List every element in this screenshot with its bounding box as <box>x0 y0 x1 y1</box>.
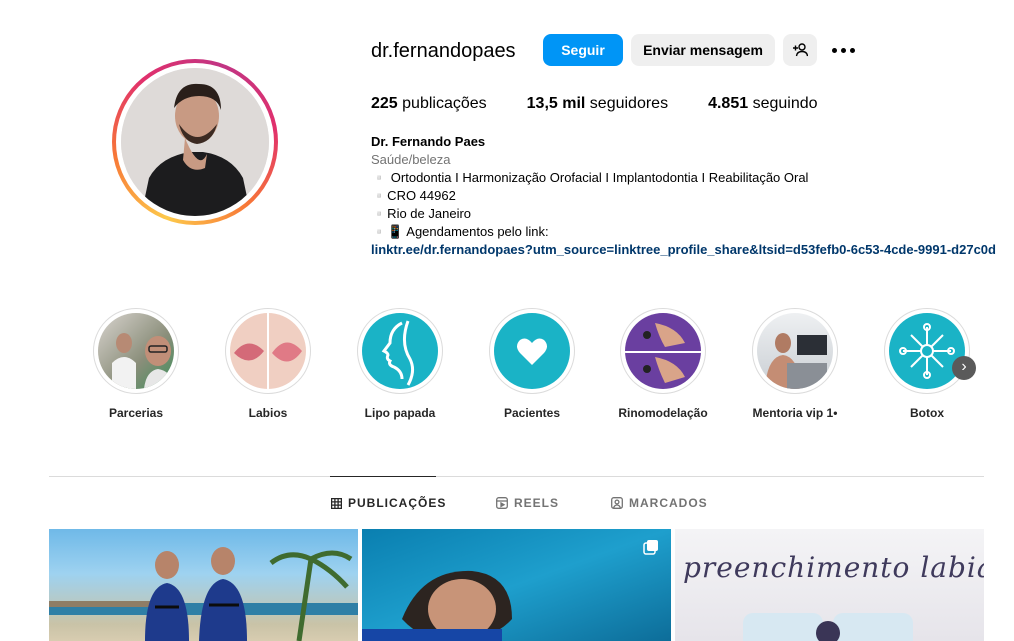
highlight-cover <box>362 313 438 389</box>
add-user-icon <box>793 43 808 57</box>
highlight-label: Labios <box>248 406 288 420</box>
highlight-label: Pacientes <box>503 406 561 420</box>
highlight-label: Mentoria vip 1• <box>752 406 838 420</box>
avatar-border <box>116 63 274 221</box>
follow-button[interactable]: Seguir <box>543 34 623 66</box>
highlight-pacientes[interactable]: Pacientes <box>487 308 577 420</box>
carousel-icon <box>643 540 658 555</box>
profile-avatar[interactable] <box>112 59 278 225</box>
bio-line: ▫️ Ortodontia I Harmonização Orofacial I… <box>371 170 809 185</box>
post-thumbnail[interactable] <box>49 529 358 641</box>
highlight-cover <box>757 313 833 389</box>
highlight-mentoria-vip[interactable]: Mentoria vip 1• <box>750 308 840 420</box>
highlight-cover <box>98 313 174 389</box>
followers-stat[interactable]: 13,5 mil seguidores <box>527 95 668 113</box>
highlight-ring <box>357 308 443 394</box>
tabs-divider <box>49 476 984 477</box>
profile-bio: Dr. Fernando Paes Saúde/beleza ▫️ Ortodo… <box>371 133 1014 259</box>
tab-publicacoes[interactable]: PUBLICAÇÕES <box>331 496 446 510</box>
highlight-cover <box>494 313 570 389</box>
highlight-lipo-papada[interactable]: Lipo papada <box>355 308 445 420</box>
chevron-right-icon: › <box>961 358 967 375</box>
bio-line: ▫️Rio de Janeiro <box>371 206 472 221</box>
highlight-ring <box>93 308 179 394</box>
followers-label: seguidores <box>585 95 669 112</box>
highlight-ring <box>752 308 838 394</box>
face-profile-icon <box>381 320 415 386</box>
avatar-photo <box>121 68 269 216</box>
followers-count: 13,5 mil <box>526 95 586 112</box>
tab-label: MARCADOS <box>629 496 708 510</box>
highlight-cover <box>230 313 306 389</box>
following-stat[interactable]: 4.851 seguindo <box>708 95 817 113</box>
heart-icon <box>517 338 547 365</box>
highlight-label: Botox <box>910 406 944 420</box>
highlight-ring <box>620 308 706 394</box>
tab-reels[interactable]: REELS <box>496 496 559 510</box>
tab-marcados[interactable]: MARCADOS <box>611 496 708 510</box>
following-label: seguindo <box>748 95 818 112</box>
profile-stats: 225 publicações 13,5 mil seguidores 4.85… <box>371 95 858 113</box>
tagged-icon <box>611 497 623 509</box>
highlight-label: Rinomodelação <box>618 406 708 420</box>
post-thumbnail[interactable]: preenchimento labial <box>675 529 984 641</box>
highlight-label: Parcerias <box>108 406 164 420</box>
highlights-next-button[interactable]: › <box>952 356 976 380</box>
highlight-labios[interactable]: Labios <box>223 308 313 420</box>
bio-category: Saúde/beleza <box>371 152 451 167</box>
post-title: preenchimento labial <box>683 551 984 584</box>
send-message-button[interactable]: Enviar mensagem <box>631 34 775 66</box>
suggest-users-button[interactable] <box>783 34 817 66</box>
more-options-icon[interactable] <box>832 42 860 58</box>
following-count: 4.851 <box>708 95 749 112</box>
bio-name: Dr. Fernando Paes <box>371 134 486 149</box>
tab-label: PUBLICAÇÕES <box>348 496 447 510</box>
highlight-parcerias[interactable]: Parcerias <box>91 308 181 420</box>
posts-label: publicações <box>397 95 487 112</box>
bio-line: ▫️CRO 44962 <box>371 188 456 203</box>
post-thumbnail[interactable] <box>362 529 671 641</box>
highlight-rinomodelacao[interactable]: Rinomodelação <box>618 308 708 420</box>
tab-label: REELS <box>514 496 560 510</box>
posts-stat: 225 publicações <box>371 95 487 113</box>
grid-icon <box>331 497 342 509</box>
bio-line: ▫️📱 Agendamentos pelo link: <box>371 224 549 239</box>
highlight-ring <box>884 308 970 394</box>
highlight-label: Lipo papada <box>364 406 436 420</box>
reels-icon <box>496 497 508 509</box>
profile-username: dr.fernandopaes <box>371 40 516 62</box>
bio-link[interactable]: linktr.ee/dr.fernandopaes?utm_source=lin… <box>371 241 1014 259</box>
active-tab-indicator <box>330 476 436 477</box>
posts-count: 225 <box>371 95 398 112</box>
highlight-cover <box>889 313 965 389</box>
highlight-ring <box>489 308 575 394</box>
mandala-icon <box>899 323 955 379</box>
highlight-cover <box>625 313 701 389</box>
highlight-ring <box>225 308 311 394</box>
